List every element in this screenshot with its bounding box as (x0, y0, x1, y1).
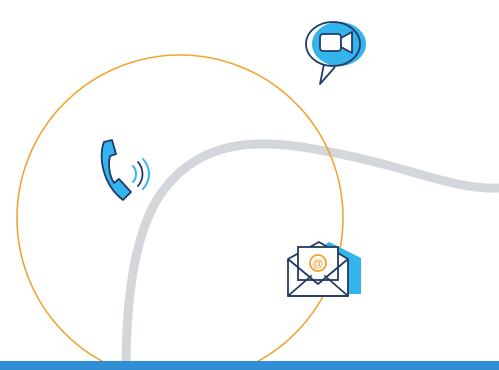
bottom-accent-bar (0, 361, 499, 370)
background-decoration (16, 54, 499, 370)
email-at-symbol: @ (313, 258, 324, 270)
phone-ringing-icon (100, 139, 150, 201)
video-chat-bubble-icon (305, 21, 366, 85)
email-envelope-icon: @ (287, 241, 361, 297)
orange-outline-circle (16, 54, 344, 370)
illustration-canvas: @ (0, 0, 499, 370)
